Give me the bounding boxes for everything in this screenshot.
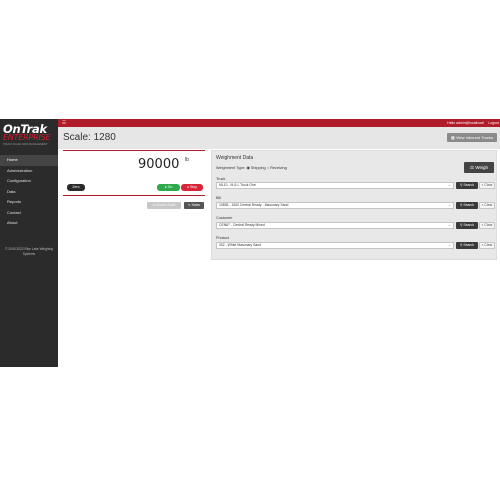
view-inbound-trucks-button[interactable]: ▩ View Inbound Trucks [447,133,497,142]
weighment-data-panel: Weighment Data Weighment Type: ◉ Shippin… [211,150,497,260]
disable-scale-button[interactable]: ⊘ Disable Scale [147,202,181,209]
truck-search-button[interactable]: ⚲ Search [456,182,478,189]
ban-icon: ⊘ [152,203,156,207]
shipping-radio-label: Shipping [250,166,266,170]
app-window: OnTrak ENTERPRISE TRUCK SCALE DATA MANAG… [0,119,500,367]
copyright-text: © 2000-2022 Rice Lake Weighing Systems [5,247,53,256]
scale-display-panel: 90000 lb Zero ● Go ● Stop [63,150,205,196]
notes-button[interactable]: ✎ Notes [184,202,204,209]
receiving-radio[interactable]: ○ [267,166,269,170]
disable-scale-label: Disable Scale [156,203,176,207]
sidebar-item-home[interactable]: Home [0,155,58,166]
product-field-label: Product [216,236,230,240]
product-search-button[interactable]: ⚲ Search [456,242,478,249]
customer-select[interactable]: CEN67 - Central Ready Mixed ⌄ [216,222,454,229]
bill-clear-label: Clear [484,203,493,207]
truck-select[interactable]: ML10 - M & L Truck One ⌄ [216,182,454,189]
customer-clear-button[interactable]: × Clear [479,222,495,229]
sidebar-nav: Home Administration Configuration Data R… [0,155,58,229]
sidebar-item-data[interactable]: Data [0,187,58,198]
customer-select-value: CEN67 - Central Ready Mixed [219,223,265,227]
weigh-label: Weigh [475,165,488,170]
product-select-value: 002 - White Masonary Sand [219,243,262,247]
scale-weight-value: 90000 [138,157,180,172]
chevron-down-icon: ⌄ [448,223,451,227]
product-clear-label: Clear [484,243,493,247]
page-title: Scale: 1280 [63,132,116,143]
zero-button[interactable]: Zero [67,184,85,191]
customer-field-label: Customer [216,216,233,220]
top-bar: ☰ Hello admin@localhost! Logout [58,119,500,127]
customer-clear-label: Clear [484,223,493,227]
sidebar-item-about[interactable]: About [0,218,58,229]
truck-clear-button[interactable]: × Clear [479,182,495,189]
page-header: Scale: 1280 ▩ View Inbound Trucks [58,127,500,149]
truck-field-label: Truck [216,177,226,181]
bill-field-label: Bill [216,196,222,200]
stop-icon: ● [186,185,189,189]
logo-tagline: TRUCK SCALE DATA MANAGEMENT [3,143,48,146]
weighment-type-label: Weighment Type: [216,166,246,170]
sidebar-item-contact[interactable]: Contact [0,208,58,219]
hamburger-menu-icon[interactable]: ☰ [62,120,66,125]
chevron-down-icon: ⌄ [448,203,451,207]
bill-select-value: 10835 - 1500 Central Ready - Masonary Sa… [219,203,289,207]
sidebar-item-reports[interactable]: Reports [0,197,58,208]
receiving-radio-label: Receiving [270,166,287,170]
go-icon: ● [164,185,167,189]
truck-clear-label: Clear [484,183,493,187]
weigh-button[interactable]: ⚖ Weigh [464,162,494,173]
stop-label: Stop [189,185,198,189]
notes-label: Notes [191,203,200,207]
scale-icon: ⚖ [470,165,475,170]
logo-sub-text: ENTERPRISE [3,133,51,142]
chevron-down-icon: ⌄ [448,243,451,247]
sidebar: OnTrak ENTERPRISE TRUCK SCALE DATA MANAG… [0,119,58,367]
scale-weight-unit: lb [185,157,189,163]
truck-search-label: Search [463,183,475,187]
shipping-radio[interactable]: ◉ [246,166,249,170]
user-greeting: Hello admin@localhost! [447,121,484,125]
truck-icon: ▩ [451,135,455,140]
bill-clear-button[interactable]: × Clear [479,202,495,209]
product-select[interactable]: 002 - White Masonary Sand ⌄ [216,242,454,249]
bill-select[interactable]: 10835 - 1500 Central Ready - Masonary Sa… [216,202,454,209]
stop-button[interactable]: ● Stop [181,184,203,191]
sidebar-item-administration[interactable]: Administration [0,166,58,177]
logout-link[interactable]: Logout [488,121,499,125]
bill-search-button[interactable]: ⚲ Search [456,202,478,209]
product-search-label: Search [463,243,475,247]
weighment-data-title: Weighment Data [216,155,254,161]
sidebar-item-configuration[interactable]: Configuration [0,176,58,187]
product-clear-button[interactable]: × Clear [479,242,495,249]
customer-search-button[interactable]: ⚲ Search [456,222,478,229]
go-label: Go [167,185,173,189]
weighment-type-group: Weighment Type: ◉ Shipping ○ Receiving [216,165,287,170]
notes-icon: ✎ [188,203,191,207]
customer-search-label: Search [463,223,475,227]
go-button[interactable]: ● Go [157,184,180,191]
truck-select-value: ML10 - M & L Truck One [219,183,256,187]
bill-search-label: Search [463,203,475,207]
view-inbound-trucks-label: View Inbound Trucks [455,135,493,140]
app-logo[interactable]: OnTrak ENTERPRISE TRUCK SCALE DATA MANAG… [3,123,56,149]
chevron-down-icon: ⌄ [448,183,451,187]
